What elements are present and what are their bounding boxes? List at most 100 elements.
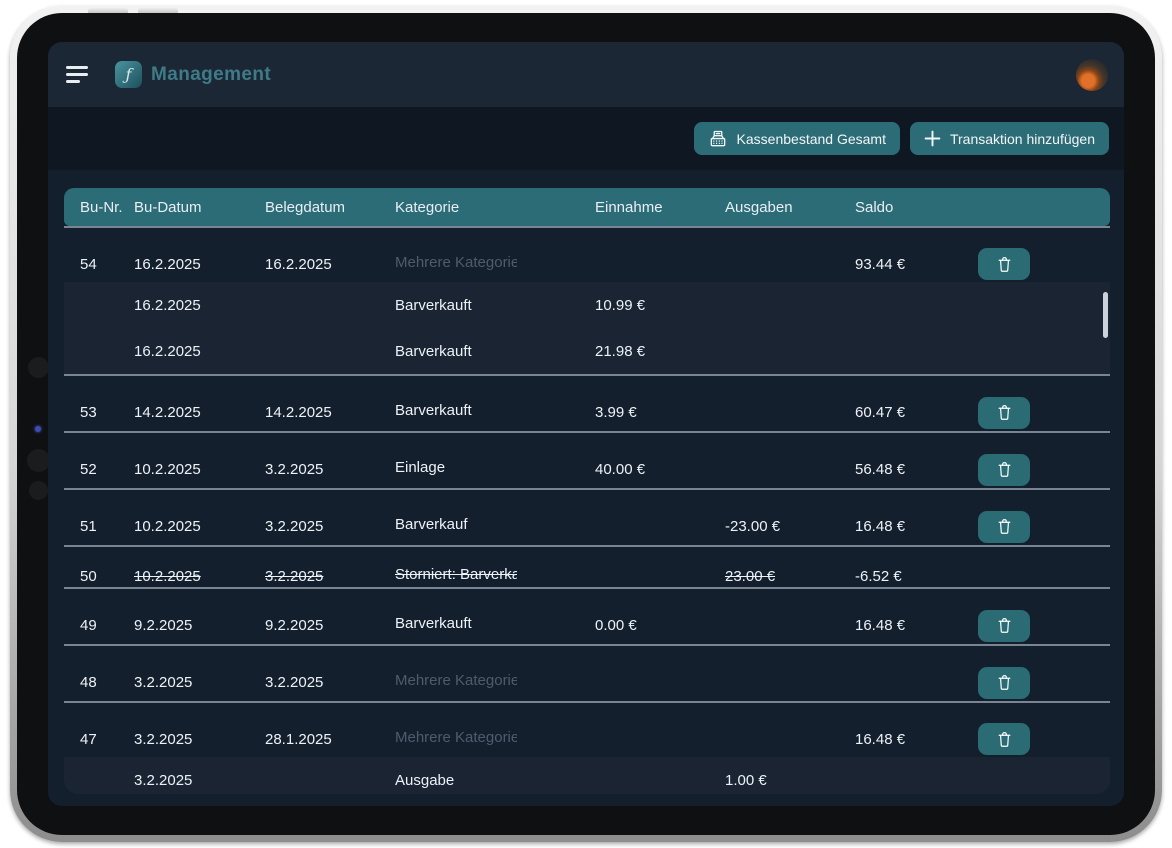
transaction-row-main[interactable]: 483.2.20253.2.2025Mehrere Kategorien: [64, 646, 1110, 701]
app-title: Management: [151, 64, 271, 86]
delete-button[interactable]: [978, 248, 1030, 280]
cell-saldo: 60.47 €: [855, 404, 978, 421]
kategorie-text: Barverkauft: [395, 615, 517, 632]
delete-button[interactable]: [978, 511, 1030, 543]
cell-bu-nr: 47: [80, 731, 134, 748]
transaction-row-main[interactable]: 5210.2.20253.2.2025Einlage40.00 €56.48 €: [64, 433, 1110, 488]
cell-kategorie: Mehrere Kategorien: [395, 672, 595, 693]
trash-icon: [996, 517, 1013, 536]
delete-button[interactable]: [978, 610, 1030, 642]
kategorie-text: Mehrere Kategorien: [395, 672, 517, 689]
transaction-row: 5110.2.20253.2.2025Barverkauf-23.00 €16.…: [64, 490, 1110, 547]
table-header: Bu-Nr. Bu-Datum Belegdatum Kategorie Ein…: [64, 188, 1110, 226]
cell-belegdatum: 3.2.2025: [265, 568, 395, 585]
transaction-subrow: 3.2.2025 Ausgabe 1.00 €: [64, 757, 1110, 794]
cash-balance-label: Kassenbestand Gesamt: [737, 131, 886, 147]
column-header-bu-nr: Bu-Nr.: [80, 199, 134, 216]
delete-button[interactable]: [978, 397, 1030, 429]
app-logo-icon: ƒ: [115, 61, 142, 88]
kategorie-text: Storniert: Barverkauf: [395, 566, 517, 583]
cell-bu-datum: 9.2.2025: [134, 617, 265, 634]
camera-lens-icon: [29, 481, 48, 500]
cell-belegdatum: 9.2.2025: [265, 617, 395, 634]
transaction-row-main[interactable]: 5416.2.202516.2.2025Mehrere Kategorien93…: [64, 228, 1110, 282]
page-background: ƒ Management Kassenbestand Gesamt: [0, 0, 1172, 848]
cell-bu-nr: 54: [80, 256, 134, 273]
transaction-row: 5010.2.20253.2.2025Storniert: Barverkauf…: [64, 547, 1110, 589]
trash-icon: [996, 616, 1013, 635]
kategorie-text: Mehrere Kategorien: [395, 254, 517, 271]
trash-icon: [996, 403, 1013, 422]
transaction-row-main[interactable]: 5010.2.20253.2.2025Storniert: Barverkauf…: [64, 547, 1110, 587]
delete-button[interactable]: [978, 667, 1030, 699]
trash-icon: [996, 673, 1013, 692]
transactions-table: Bu-Nr. Bu-Datum Belegdatum Kategorie Ein…: [64, 188, 1110, 794]
cell-belegdatum: 16.2.2025: [265, 256, 395, 273]
add-transaction-button[interactable]: Transaktion hinzufügen: [910, 122, 1109, 155]
cell-kategorie: Barverkauft: [395, 297, 595, 314]
scrollbar-thumb[interactable]: [1103, 292, 1108, 338]
cell-bu-datum: 16.2.2025: [134, 297, 265, 314]
column-header-kategorie: Kategorie: [395, 199, 595, 216]
cell-kategorie: Mehrere Kategorien: [395, 254, 595, 275]
trash-icon: [996, 460, 1013, 479]
cell-ausgaben: -23.00 €: [725, 518, 855, 535]
cell-bu-datum: 14.2.2025: [134, 404, 265, 421]
cell-bu-nr: 50: [80, 568, 134, 585]
cell-einnahme: 40.00 €: [595, 461, 725, 478]
transaction-row: 473.2.202528.1.2025Mehrere Kategorien16.…: [64, 703, 1110, 794]
cell-actions: [978, 511, 1096, 543]
delete-button[interactable]: [978, 454, 1030, 486]
cell-saldo: 16.48 €: [855, 617, 978, 634]
cell-bu-datum: 10.2.2025: [134, 568, 265, 585]
transaction-row-main[interactable]: 473.2.202528.1.2025Mehrere Kategorien16.…: [64, 703, 1110, 757]
avatar[interactable]: [1076, 59, 1108, 91]
hamburger-menu-icon[interactable]: [66, 66, 90, 83]
column-header-belegdatum: Belegdatum: [265, 199, 395, 216]
cash-balance-button[interactable]: Kassenbestand Gesamt: [694, 122, 900, 155]
cell-belegdatum: 14.2.2025: [265, 404, 395, 421]
trash-icon: [996, 255, 1013, 274]
cell-actions: [978, 248, 1096, 280]
transaction-row-main[interactable]: 5314.2.202514.2.2025Barverkauft3.99 €60.…: [64, 376, 1110, 431]
cell-actions: [978, 454, 1096, 486]
cell-actions: [978, 610, 1096, 642]
kategorie-text: Barverkauft: [395, 402, 517, 419]
tablet-device: ƒ Management Kassenbestand Gesamt: [10, 6, 1162, 842]
cell-saldo: 16.48 €: [855, 518, 978, 535]
plus-icon: [924, 130, 941, 147]
cell-bu-datum: 3.2.2025: [134, 731, 265, 748]
cell-saldo: 16.48 €: [855, 731, 978, 748]
cell-ausgaben: 1.00 €: [725, 772, 855, 789]
app-bar: ƒ Management: [48, 42, 1124, 107]
cash-register-icon: [708, 129, 728, 149]
delete-button[interactable]: [978, 723, 1030, 755]
column-header-saldo: Saldo: [855, 199, 978, 216]
cell-kategorie: Barverkauft: [395, 402, 595, 423]
transaction-row-main[interactable]: 5110.2.20253.2.2025Barverkauf-23.00 €16.…: [64, 490, 1110, 545]
camera-indicator-icon: [35, 426, 41, 432]
cell-belegdatum: 3.2.2025: [265, 518, 395, 535]
screen: ƒ Management Kassenbestand Gesamt: [48, 42, 1124, 806]
cell-bu-datum: 10.2.2025: [134, 461, 265, 478]
cell-kategorie: Barverkauft: [395, 615, 595, 636]
column-header-einnahme: Einnahme: [595, 199, 725, 216]
cell-saldo: -6.52 €: [855, 568, 978, 585]
main-content: Bu-Nr. Bu-Datum Belegdatum Kategorie Ein…: [48, 170, 1124, 806]
cell-belegdatum: 3.2.2025: [265, 674, 395, 691]
cell-actions: [978, 397, 1096, 429]
kategorie-text: Mehrere Kategorien: [395, 729, 517, 746]
cell-kategorie: Einlage: [395, 459, 595, 480]
transaction-row: 5210.2.20253.2.2025Einlage40.00 €56.48 €: [64, 433, 1110, 490]
cell-bu-nr: 53: [80, 404, 134, 421]
cell-belegdatum: 3.2.2025: [265, 461, 395, 478]
cell-bu-datum: 16.2.2025: [134, 343, 265, 360]
transaction-row: 499.2.20259.2.2025Barverkauft0.00 €16.48…: [64, 589, 1110, 646]
cell-kategorie: Ausgabe: [395, 772, 595, 789]
cell-bu-datum: 3.2.2025: [134, 674, 265, 691]
cell-bu-datum: 3.2.2025: [134, 772, 265, 789]
cell-einnahme: 0.00 €: [595, 617, 725, 634]
camera-lens-icon: [28, 357, 49, 378]
transaction-row-main[interactable]: 499.2.20259.2.2025Barverkauft0.00 €16.48…: [64, 589, 1110, 644]
cell-saldo: 93.44 €: [855, 256, 978, 273]
